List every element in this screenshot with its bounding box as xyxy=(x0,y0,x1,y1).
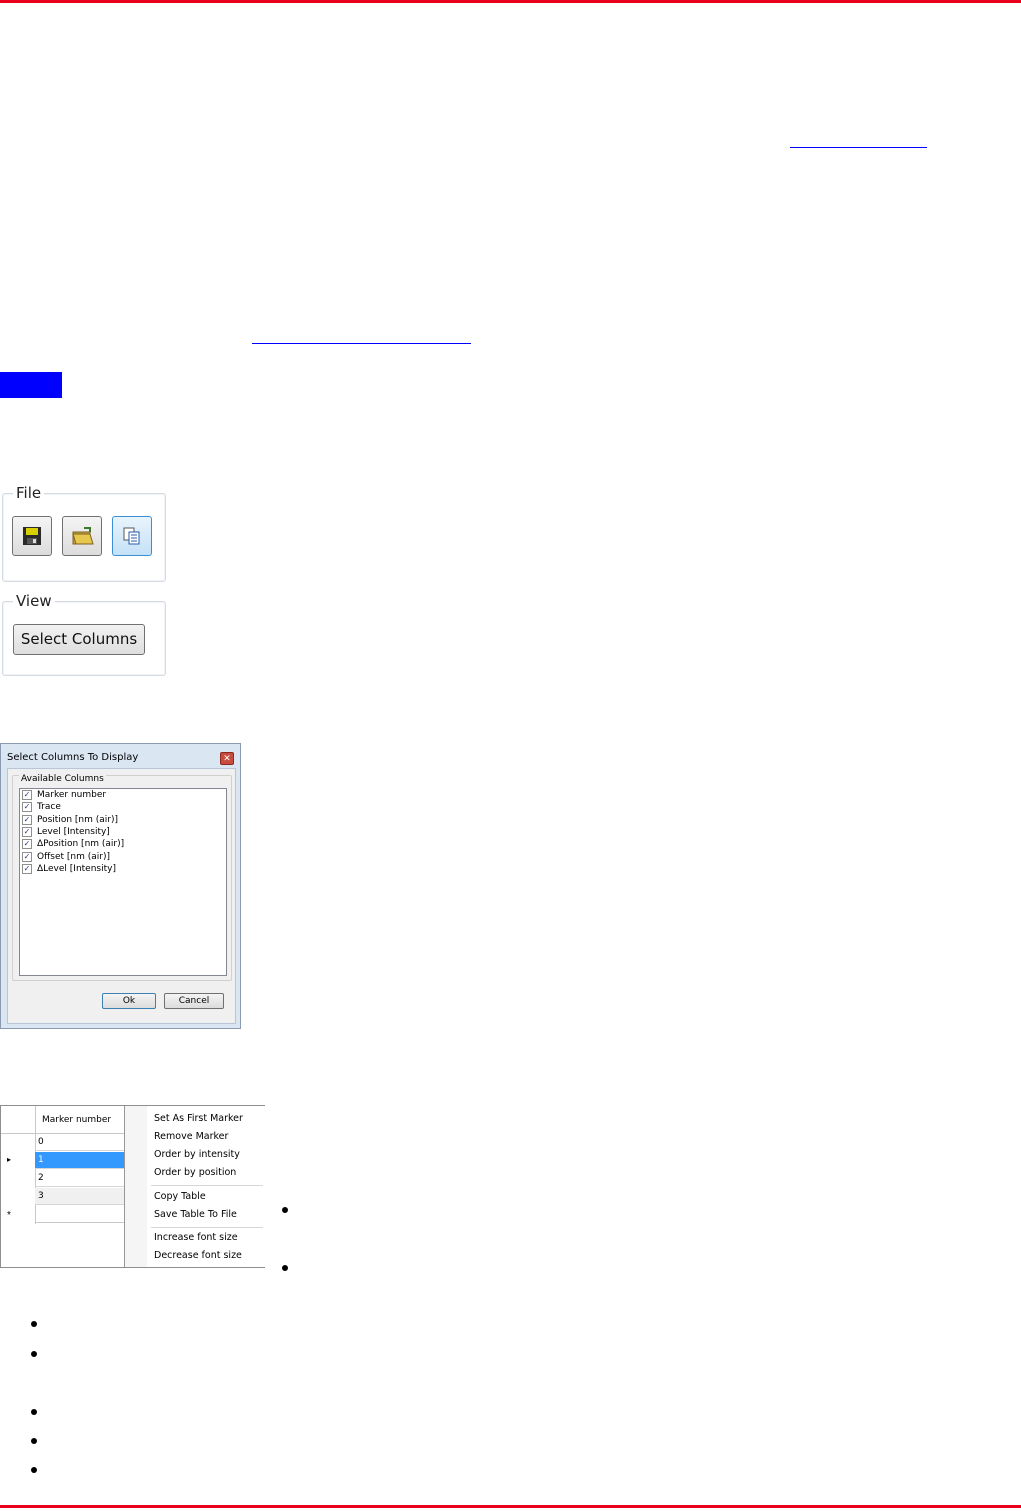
file-group: File xyxy=(2,484,166,582)
dialog-body: Available Columns ✓ Marker number ✓ Trace … xyxy=(7,768,236,1024)
copy-button[interactable] xyxy=(112,516,152,556)
current-row-icon: ▸ xyxy=(7,1155,12,1164)
note-label-box xyxy=(0,372,62,398)
cancel-button[interactable]: Cancel xyxy=(164,993,224,1009)
select-columns-button[interactable]: Select Columns xyxy=(13,624,145,655)
menu-item-set-first-marker[interactable]: Set As First Marker xyxy=(154,1113,243,1124)
bullet-icon xyxy=(282,1207,288,1213)
column-header-marker-number[interactable]: Marker number xyxy=(42,1115,111,1125)
ok-button[interactable]: Ok xyxy=(102,993,156,1009)
menu-item-increase-font[interactable]: Increase font size xyxy=(154,1232,238,1243)
view-group: View Select Columns xyxy=(2,592,166,676)
copy-icon xyxy=(123,527,140,545)
column-option-position[interactable]: ✓ Position [nm (air)] xyxy=(20,814,226,826)
menu-separator xyxy=(151,1185,263,1186)
new-row-icon: * xyxy=(7,1210,11,1221)
available-columns-label: Available Columns xyxy=(19,774,106,784)
save-disk-icon xyxy=(23,527,41,545)
table-row[interactable]: 0 xyxy=(35,1134,124,1151)
table-row[interactable]: 2 xyxy=(35,1170,124,1187)
menu-item-save-table[interactable]: Save Table To File xyxy=(154,1209,237,1220)
bullet-icon xyxy=(31,1438,37,1444)
column-option-trace[interactable]: ✓ Trace xyxy=(20,801,226,813)
context-menu-gutter xyxy=(125,1106,147,1267)
menu-separator xyxy=(151,1227,263,1228)
column-option-offset[interactable]: ✓ Offset [nm (air)] xyxy=(20,850,226,862)
table-row[interactable]: 3 xyxy=(35,1188,124,1205)
columns-listbox[interactable]: ✓ Marker number ✓ Trace ✓ Position [nm (air… xyxy=(19,788,227,976)
close-icon[interactable]: ✕ xyxy=(220,752,234,765)
checkbox-checked-icon[interactable]: ✓ xyxy=(22,827,32,838)
column-option-marker-number[interactable]: ✓ Marker number xyxy=(20,789,226,801)
bullet-icon xyxy=(31,1467,37,1473)
checkbox-checked-icon[interactable]: ✓ xyxy=(22,839,32,850)
table-row-selected[interactable]: 1 xyxy=(35,1152,124,1169)
checkbox-checked-icon[interactable]: ✓ xyxy=(22,851,32,862)
bottom-rule xyxy=(0,1505,1021,1508)
menu-item-remove-marker[interactable]: Remove Marker xyxy=(154,1131,228,1142)
bullet-icon xyxy=(31,1409,37,1415)
open-folder-icon xyxy=(72,527,94,545)
file-group-label: File xyxy=(13,484,45,502)
menu-item-copy-table[interactable]: Copy Table xyxy=(154,1191,206,1202)
checkbox-checked-icon[interactable]: ✓ xyxy=(22,802,32,813)
marker-table: Marker number 0 1 ▸ 2 3 * Set As First M… xyxy=(0,1105,266,1268)
column-option-delta-position[interactable]: ✓ ΔPosition [nm (air)] xyxy=(20,838,226,850)
checkbox-checked-icon[interactable]: ✓ xyxy=(22,814,32,825)
table-header: Marker number xyxy=(1,1106,125,1134)
view-group-label: View xyxy=(13,592,55,610)
select-columns-dialog: Select Columns To Display ✕ Available Co… xyxy=(0,743,241,1029)
menu-item-order-by-position[interactable]: Order by position xyxy=(154,1167,236,1178)
checkbox-checked-icon[interactable]: ✓ xyxy=(22,790,32,801)
dialog-title: Select Columns To Display xyxy=(7,752,139,763)
column-option-level[interactable]: ✓ Level [Intensity] xyxy=(20,826,226,838)
save-button[interactable] xyxy=(12,516,52,556)
bullet-icon xyxy=(282,1265,288,1271)
open-button[interactable] xyxy=(62,516,102,556)
menu-item-decrease-font[interactable]: Decrease font size xyxy=(154,1250,242,1261)
new-row[interactable] xyxy=(35,1206,124,1223)
bullet-icon xyxy=(31,1321,37,1327)
top-rule xyxy=(0,0,1021,3)
link-underline-2[interactable] xyxy=(252,343,471,344)
available-columns-group: Available Columns ✓ Marker number ✓ Trace … xyxy=(12,774,232,981)
checkbox-checked-icon[interactable]: ✓ xyxy=(22,863,32,874)
bullet-icon xyxy=(31,1351,37,1357)
link-underline-1[interactable] xyxy=(790,147,927,148)
context-menu: Set As First Marker Remove Marker Order … xyxy=(124,1106,266,1267)
column-option-delta-level[interactable]: ✓ ΔLevel [Intensity] xyxy=(20,863,226,875)
menu-item-order-by-intensity[interactable]: Order by intensity xyxy=(154,1149,240,1160)
